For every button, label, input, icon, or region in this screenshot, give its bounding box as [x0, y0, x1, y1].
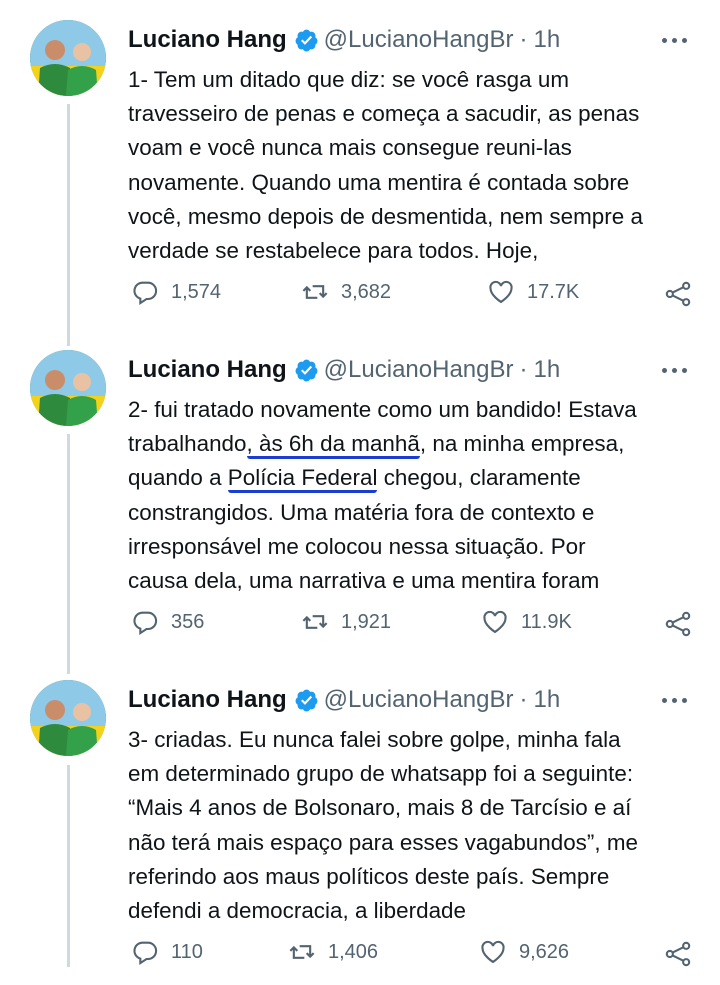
author-name[interactable]: Luciano Hang: [128, 356, 287, 384]
verified-badge-icon: [295, 29, 318, 51]
avatar[interactable]: [30, 680, 106, 756]
author-name[interactable]: Luciano Hang: [128, 26, 287, 54]
retweet-count: 1,406: [328, 940, 379, 963]
tweet-text: 2- fui tratado novamente como um bandido…: [128, 393, 693, 598]
tweet-text: 1- Tem um ditado que diz: se você rasga …: [128, 63, 693, 268]
tweet-actions: 1,574 3,682 17.7K: [0, 272, 720, 316]
tweet-text-line: “Mais 4 anos de Bolsonaro, mais 8 de Tar…: [128, 795, 632, 821]
retweet-button[interactable]: 1,406: [288, 938, 378, 966]
tweet-text-line: verdade se restabelece para todos. Hoje,: [128, 238, 539, 264]
tweet-text-line: constrangidos. Uma matéria fora de conte…: [128, 499, 595, 525]
reply-icon: [133, 941, 158, 966]
retweet-button[interactable]: 3,682: [301, 278, 391, 306]
retweet-icon: [302, 615, 328, 629]
reply-button[interactable]: 1,574: [131, 278, 221, 306]
tweet-text-line: defendi a democracia, a liberdade: [128, 898, 466, 924]
reply-count: 110: [171, 940, 203, 963]
like-button[interactable]: 9,626: [479, 938, 569, 966]
reply-count: 1,574: [171, 280, 222, 303]
retweet-icon: [289, 945, 315, 959]
tweet-text-line: novamente. Quando uma mentira é contada …: [128, 169, 630, 195]
tweet-text-line: não terá mais espaço para esses vagabund…: [128, 829, 638, 855]
verified-badge-icon: [295, 359, 318, 381]
tweet-text: 3- criadas. Eu nunca falei sobre golpe, …: [128, 723, 693, 928]
like-count: 11.9K: [521, 610, 572, 633]
more-options-icon[interactable]: [662, 688, 688, 714]
author-handle[interactable]: @LucianoHangBr: [324, 26, 514, 54]
underlined-text: , às 6h da manhã: [246, 431, 420, 460]
like-icon: [481, 940, 505, 964]
share-icon[interactable]: [664, 940, 692, 968]
share-icon[interactable]: [664, 280, 692, 308]
tweet-text-line: em determinado grupo de whatsapp foi a s…: [128, 761, 634, 787]
tweet-text-line: 1- Tem um ditado que diz: se você rasga …: [128, 67, 569, 92]
timestamp[interactable]: 1h: [533, 26, 560, 54]
tweet-actions: 110 1,406 9,626: [0, 932, 720, 976]
like-icon: [483, 610, 507, 634]
tweet-3[interactable]: Luciano Hang @LucianoHangBr · 1h 3- cria…: [0, 660, 720, 985]
share-icon[interactable]: [664, 610, 692, 638]
tweet-text-line: 2- fui tratado novamente como um bandido…: [128, 397, 637, 422]
avatar[interactable]: [30, 350, 106, 426]
reply-icon: [133, 611, 158, 636]
tweet-text-line: travesseiro de penas e começa a sacudir,…: [128, 101, 640, 127]
tweet-2[interactable]: Luciano Hang @LucianoHangBr · 1h 2- fui …: [0, 330, 720, 655]
retweet-count: 1,921: [341, 610, 392, 633]
tweet-text-line: trabalhando, às 6h da manhã, na minha em…: [128, 427, 693, 461]
tweet-text-line: 3- criadas. Eu nunca falei sobre golpe, …: [128, 727, 621, 752]
text-segment: trabalhando: [128, 431, 247, 457]
author-handle[interactable]: @LucianoHangBr: [324, 356, 514, 384]
tweet-text-line: irresponsável me colocou nessa situação.…: [128, 533, 586, 559]
more-options-icon[interactable]: [662, 358, 688, 384]
timestamp[interactable]: 1h: [533, 356, 560, 384]
tweet-1[interactable]: Luciano Hang @LucianoHangBr · 1h 1- Tem …: [0, 0, 720, 325]
like-button[interactable]: 11.9K: [481, 608, 572, 636]
text-segment: chegou, claramente: [377, 465, 581, 491]
tweet-text-line: referindo aos maus políticos deste país.…: [128, 863, 610, 889]
retweet-icon: [302, 285, 328, 299]
avatar[interactable]: [30, 20, 106, 96]
verified-badge-icon: [295, 689, 318, 711]
like-count: 17.7K: [527, 280, 580, 303]
retweet-count: 3,682: [341, 280, 392, 303]
underlined-text: Polícia Federal: [227, 465, 378, 494]
tweet-text-line: quando a Polícia Federal chegou, clarame…: [128, 461, 693, 495]
tweet-text-line: causa dela, uma narrativa e uma mentira …: [128, 568, 600, 594]
separator-dot: ·: [519, 26, 528, 53]
like-icon: [489, 280, 513, 304]
author-handle[interactable]: @LucianoHangBr: [324, 686, 514, 714]
text-segment: quando a: [128, 465, 228, 491]
tweet-text-line: voam e você nunca mais consegue reuni-la…: [128, 135, 572, 161]
more-options-icon[interactable]: [662, 28, 688, 54]
reply-count: 356: [171, 610, 205, 633]
separator-dot: ·: [519, 686, 528, 713]
reply-button[interactable]: 110: [131, 938, 203, 966]
tweet-actions: 356 1,921 11.9K: [0, 602, 720, 646]
separator-dot: ·: [519, 356, 528, 383]
tweet-text-line: você, mesmo depois de desmentida, nem se…: [128, 203, 643, 229]
reply-icon: [133, 281, 158, 306]
author-name[interactable]: Luciano Hang: [128, 686, 287, 714]
text-segment: , na minha empresa,: [419, 431, 625, 457]
reply-button[interactable]: 356: [131, 608, 204, 636]
retweet-button[interactable]: 1,921: [301, 608, 391, 636]
like-button[interactable]: 17.7K: [487, 278, 579, 306]
timestamp[interactable]: 1h: [533, 686, 560, 714]
like-count: 9,626: [519, 940, 570, 963]
